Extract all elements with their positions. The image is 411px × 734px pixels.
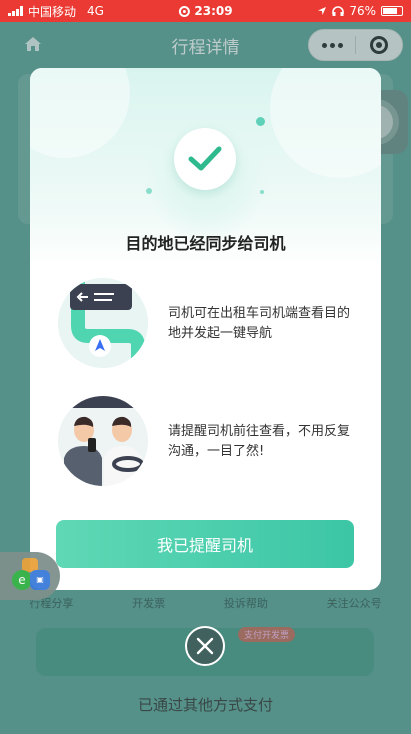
success-badge — [174, 128, 236, 190]
dialog-title: 目的地已经同步给司机 — [125, 234, 286, 253]
blue-app-icon: ▣ — [30, 570, 50, 590]
feature-navigation-text: 司机可在出租车司机端查看目的地并发起一键导航 — [168, 306, 351, 341]
confirm-reminded-button[interactable]: 我已提醒司机 — [56, 520, 354, 568]
close-icon — [196, 637, 214, 655]
driver-passenger-illustration-icon — [58, 396, 148, 486]
battery-percent: 76% — [349, 4, 376, 18]
status-bar: 中国移动 4G 23:09 76% — [0, 0, 411, 22]
floating-app-widget[interactable]: e ▣ — [0, 552, 60, 600]
record-icon — [178, 5, 190, 17]
feature-navigation: 司机可在出租车司机端查看目的地并发起一键导航 — [58, 278, 358, 368]
headphones-icon — [332, 6, 345, 16]
clock: 23:09 — [194, 4, 233, 18]
network-type: 4G — [87, 4, 104, 18]
carrier-name: 中国移动 — [28, 4, 77, 19]
navigation-illustration-icon — [58, 278, 148, 368]
feature-remind: 请提醒司机前往查看，不用反复沟通，一目了然! — [58, 396, 358, 486]
sync-dialog: 目的地已经同步给司机 司机可在出租车司机端查看目的地并发起一键导航 请提醒司机前… — [30, 68, 381, 590]
green-app-icon: e — [12, 570, 32, 590]
location-icon — [318, 7, 327, 15]
close-dialog-button[interactable] — [185, 626, 225, 666]
feature-remind-text: 请提醒司机前往查看，不用反复沟通，一目了然! — [168, 424, 351, 459]
signal-icon — [8, 6, 23, 16]
battery-icon — [381, 6, 403, 16]
check-icon — [188, 146, 222, 171]
